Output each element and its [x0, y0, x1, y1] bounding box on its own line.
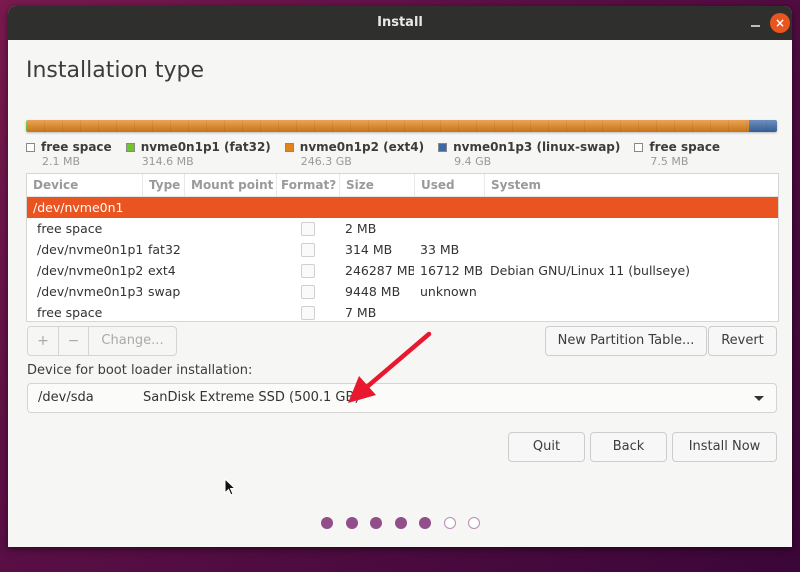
cell-device: /dev/nvme0n1p2	[37, 263, 142, 278]
legend-name: free space	[649, 140, 721, 154]
header-size[interactable]: Size	[339, 174, 414, 196]
cell-used: 16712 MB	[420, 263, 484, 278]
cell-size: 9448 MB	[345, 284, 401, 299]
disk-legend: free space 2.1 MB nvme0n1p1 (fat32) 314.6 M…	[26, 140, 734, 168]
title-bar[interactable]: Install ×	[8, 6, 792, 40]
progress-dot	[370, 517, 382, 529]
install-now-button[interactable]: Install Now	[672, 432, 777, 462]
cell-format	[276, 284, 339, 300]
remove-partition-button[interactable]: −	[58, 327, 88, 355]
legend-item: nvme0n1p3 (linux-swap) 9.4 GB	[438, 140, 620, 168]
cell-format	[276, 263, 339, 279]
table-row[interactable]: /dev/nvme0n1p3 swap 9448 MB unknown	[27, 281, 778, 302]
disk-bar-segment	[749, 120, 777, 132]
cell-size: 2 MB	[345, 221, 377, 236]
legend-size: 246.3 GB	[300, 155, 352, 168]
legend-size: 7.5 MB	[650, 155, 689, 168]
dropdown-arrow-icon	[754, 396, 764, 401]
cell-format	[276, 242, 339, 258]
minimize-icon[interactable]	[749, 16, 763, 30]
format-checkbox[interactable]	[300, 306, 315, 321]
header-type[interactable]: Type	[142, 174, 184, 196]
new-partition-table-button[interactable]: New Partition Table...	[545, 326, 707, 356]
cell-type: ext4	[148, 263, 176, 278]
table-row[interactable]: /dev/nvme0n1p2 ext4 246287 MB 16712 MB Debia…	[27, 260, 778, 281]
cell-used: 33 MB	[420, 242, 460, 257]
table-row[interactable]: /dev/nvme0n1p1 fat32 314 MB 33 MB	[27, 239, 778, 260]
page-title: Installation type	[26, 58, 204, 83]
format-checkbox[interactable]	[300, 243, 315, 258]
cell-format	[276, 221, 339, 237]
progress-dot	[419, 517, 431, 529]
table-row[interactable]: free space 2 MB	[27, 218, 778, 239]
legend-swatch-icon	[26, 142, 35, 152]
table-row[interactable]: free space 7 MB	[27, 302, 778, 321]
revert-button[interactable]: Revert	[708, 326, 777, 356]
header-mount-point[interactable]: Mount point	[184, 174, 276, 196]
legend-name: free space	[41, 140, 112, 154]
partition-button-group: + − Change...	[27, 326, 177, 356]
window-title: Install	[377, 15, 423, 30]
quit-button[interactable]: Quit	[508, 432, 585, 462]
legend-item: nvme0n1p1 (fat32) 314.6 MB	[125, 140, 271, 168]
cell-used: unknown	[420, 284, 477, 299]
boot-device-path: /dev/sda	[38, 390, 94, 405]
boot-device-name: SanDisk Extreme SSD (500.1 GB)	[143, 390, 360, 405]
table-row[interactable]: /dev/nvme0n1	[27, 197, 778, 218]
cell-device: free space	[37, 221, 103, 236]
cell-device: /dev/nvme0n1p1	[37, 242, 142, 257]
progress-dot	[345, 517, 358, 529]
format-checkbox[interactable]	[300, 264, 315, 279]
legend-swatch-icon	[438, 142, 448, 152]
change-partition-button[interactable]: Change...	[88, 327, 176, 355]
back-button[interactable]: Back	[590, 432, 667, 462]
disk-usage-bar	[26, 120, 777, 132]
boot-loader-combo[interactable]: /dev/sda SanDisk Extreme SSD (500.1 GB)	[27, 383, 777, 413]
progress-dots	[321, 517, 493, 529]
legend-name: nvme0n1p2 (ext4)	[299, 140, 425, 154]
cell-type: swap	[148, 284, 181, 299]
disk-bar-segment	[27, 120, 750, 132]
header-used[interactable]: Used	[414, 174, 484, 196]
legend-item: free space 2.1 MB	[26, 140, 112, 168]
header-format[interactable]: Format?	[276, 174, 339, 196]
cell-type: fat32	[148, 242, 181, 257]
partition-table: Device Type Mount point Format? Size Use…	[26, 173, 779, 322]
cell-size: 314 MB	[345, 242, 393, 257]
legend-name: nvme0n1p3 (linux-swap)	[453, 140, 621, 154]
legend-swatch-icon	[284, 142, 294, 152]
progress-dot	[443, 517, 456, 529]
table-header: Device Type Mount point Format? Size Use…	[27, 174, 778, 197]
mouse-cursor-icon	[224, 478, 237, 496]
cell-format	[276, 305, 339, 321]
legend-size: 314.6 MB	[141, 155, 194, 168]
legend-size: 9.4 GB	[454, 155, 492, 168]
installer-window: Install × Installation type free space 2.…	[8, 6, 792, 547]
legend-item: free space 7.5 MB	[634, 140, 720, 168]
cell-device: /dev/nvme0n1p3	[37, 284, 142, 299]
boot-loader-label: Device for boot loader installation:	[27, 363, 253, 378]
progress-dot	[468, 517, 480, 529]
cell-system: Debian GNU/Linux 11 (bullseye)	[490, 263, 691, 278]
progress-dot	[394, 517, 407, 529]
format-checkbox[interactable]	[300, 222, 315, 237]
legend-size: 2.1 MB	[42, 155, 81, 168]
legend-swatch-icon	[634, 142, 644, 152]
close-icon[interactable]: ×	[770, 13, 790, 33]
cell-device: /dev/nvme0n1	[33, 200, 124, 215]
header-device[interactable]: Device	[27, 174, 142, 196]
header-system[interactable]: System	[484, 174, 778, 196]
format-checkbox[interactable]	[300, 285, 315, 300]
cell-size: 246287 MB	[345, 263, 414, 278]
cell-device: free space	[37, 305, 103, 320]
legend-swatch-icon	[125, 142, 135, 152]
progress-dot	[321, 517, 333, 529]
cell-size: 7 MB	[345, 305, 377, 320]
add-partition-button[interactable]: +	[28, 327, 58, 355]
legend-item: nvme0n1p2 (ext4) 246.3 GB	[284, 140, 425, 168]
legend-name: nvme0n1p1 (fat32)	[140, 140, 271, 154]
table-body: /dev/nvme0n1 free space 2 MB/dev/nvme0n1p1…	[27, 197, 778, 321]
